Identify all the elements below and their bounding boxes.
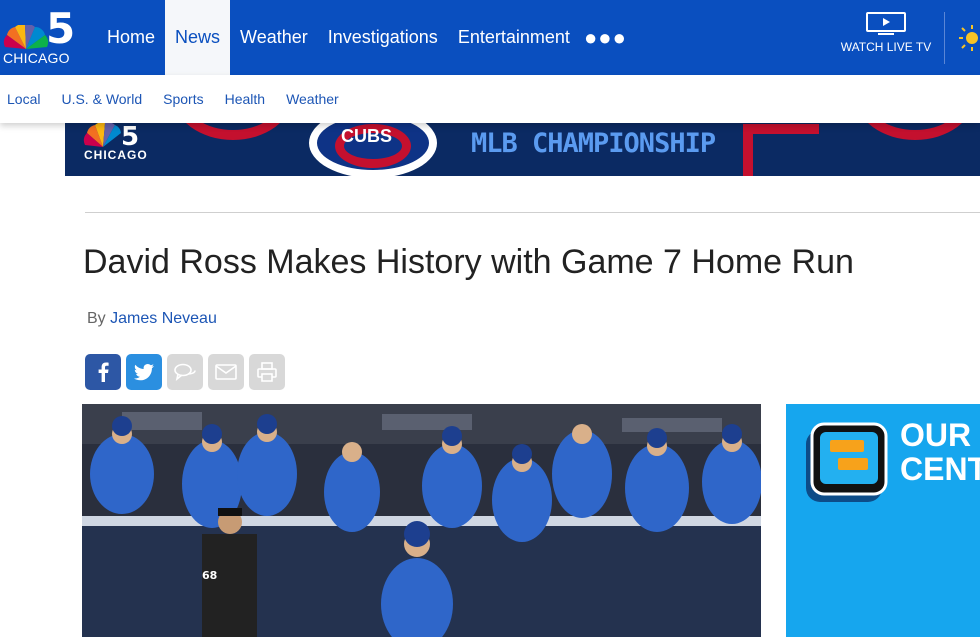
svg-text:5: 5 (121, 123, 139, 149)
indians-logo (743, 124, 819, 176)
nav-weather[interactable]: Weather (230, 0, 318, 75)
sidebar-advertisement[interactable]: OUR CENT (786, 404, 980, 637)
mlb-championship-banner[interactable]: 5 CHICAGO CUBS MLB CHAMPIONSHIP (65, 120, 980, 176)
print-icon (257, 362, 277, 382)
channel-number: 5 (46, 4, 76, 53)
email-icon (215, 364, 237, 380)
subnav-health[interactable]: Health (225, 91, 265, 107)
subnav-weather[interactable]: Weather (286, 91, 339, 107)
horizontal-divider (85, 212, 980, 213)
ad-headline: OUR CENT (900, 418, 980, 486)
tv-play-icon (866, 12, 906, 35)
main-nav: Home News Weather Investigations Enterta… (97, 0, 580, 75)
decorative-ring (855, 120, 975, 140)
byline: By James Neveau (87, 310, 217, 328)
email-share-button[interactable] (208, 354, 244, 390)
nav-entertainment[interactable]: Entertainment (448, 0, 580, 75)
ad-line-2: CENT (900, 451, 980, 487)
cubs-logo: CUBS (309, 120, 437, 176)
subnav-local[interactable]: Local (7, 91, 40, 107)
twitter-share-button[interactable] (126, 354, 162, 390)
twitter-icon (134, 363, 154, 380)
cubs-dugout-celebration-image: 68 (82, 404, 761, 637)
comments-button[interactable] (167, 354, 203, 390)
watch-live-tv-button[interactable]: WATCH LIVE TV (838, 12, 934, 54)
chat-app-icon (806, 422, 888, 502)
subnav-us-world[interactable]: U.S. & World (61, 91, 142, 107)
nav-home[interactable]: Home (97, 0, 165, 75)
share-toolbar (85, 354, 290, 390)
logo-city: CHICAGO (3, 50, 70, 66)
sun-icon[interactable] (956, 24, 980, 52)
facebook-icon (98, 362, 109, 382)
article-title: David Ross Makes History with Game 7 Hom… (83, 243, 854, 281)
author-link[interactable]: James Neveau (110, 310, 217, 327)
ellipsis-icon[interactable]: ●●● (584, 25, 627, 51)
facebook-share-button[interactable] (85, 354, 121, 390)
banner-headline: MLB CHAMPIONSHIP (471, 128, 716, 159)
print-button[interactable] (249, 354, 285, 390)
top-navigation-bar: 5 CHICAGO Home News Weather Investigatio… (0, 0, 980, 75)
nav-news[interactable]: News (165, 0, 231, 75)
ad-line-1: OUR (900, 417, 972, 453)
banner-city: CHICAGO (84, 148, 148, 162)
article-hero-photo[interactable]: 68 (82, 404, 761, 637)
sub-navigation: Local U.S. & World Sports Health Weather (0, 75, 980, 123)
cubs-logo-text: CUBS (341, 126, 393, 146)
nbc-chicago-logo[interactable]: 5 CHICAGO (0, 0, 86, 75)
watch-live-label: WATCH LIVE TV (840, 40, 932, 54)
decorative-ring (173, 120, 293, 140)
peacock-icon: 5 (83, 123, 139, 149)
byline-prefix: By (87, 310, 106, 327)
subnav-sports[interactable]: Sports (163, 91, 203, 107)
comment-icon (174, 363, 196, 381)
header-divider (944, 12, 945, 64)
nav-investigations[interactable]: Investigations (318, 0, 448, 75)
peacock-icon (3, 25, 49, 49)
umpire-jersey-number: 68 (202, 569, 217, 582)
